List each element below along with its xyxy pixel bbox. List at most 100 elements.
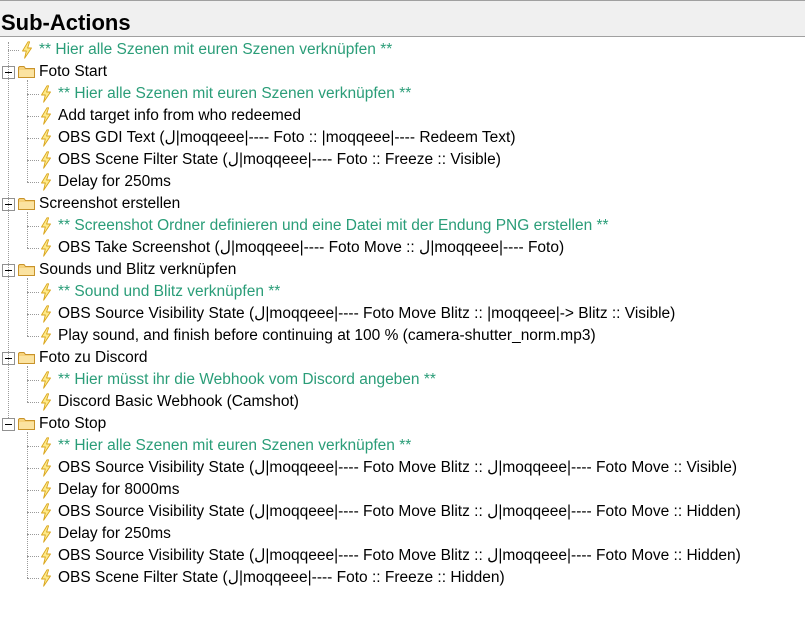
folder-icon [18,197,35,210]
tree-group[interactable]: Screenshot erstellen [0,193,805,215]
folder-icon [18,351,35,364]
lightning-icon [39,459,53,477]
lightning-icon [39,371,53,389]
tree-group-label: Foto Start [39,63,108,80]
folder-icon [18,417,35,430]
folder-icon [18,65,35,78]
tree-item[interactable]: OBS GDI Text (ﻝ|moqqeee|---- Foto :: |mo… [0,127,805,149]
tree-item[interactable]: OBS Scene Filter State (ﻝ|moqqeee|---- F… [0,149,805,171]
tree-guide-line [27,366,28,402]
tree-guide-line [27,468,39,469]
tree-item-label: ** Hier müsst ihr die Webhook vom Discor… [58,371,436,388]
tree-group-label: Foto zu Discord [39,349,148,366]
lightning-icon [39,129,53,147]
tree-guide-line [27,314,39,315]
tree-guide-line [27,432,28,578]
tree-item[interactable]: Play sound, and finish before continuing… [0,325,805,347]
tree-item[interactable]: Discord Basic Webhook (Camshot) [0,391,805,413]
tree-item-label: OBS Source Visibility State (ﻝ|moqqeee|-… [58,503,741,520]
lightning-icon [39,503,53,521]
tree-item[interactable]: OBS Source Visibility State (ﻝ|moqqeee|-… [0,501,805,523]
tree-guide-line [27,512,39,513]
tree-item[interactable]: ** Sound und Blitz verknüpfen ** [0,281,805,303]
lightning-icon [39,481,53,499]
lightning-icon [39,305,53,323]
tree-item-label: Delay for 250ms [58,525,171,542]
tree-guide-line [27,182,39,183]
tree-item-label: ** Hier alle Szenen mit euren Szenen ver… [58,85,412,102]
tree-guide-line [27,80,28,182]
tree-guide-line [8,42,9,418]
tree-item[interactable]: ** Hier müsst ihr die Webhook vom Discor… [0,369,805,391]
tree-item[interactable]: ** Screenshot Ordner definieren und eine… [0,215,805,237]
lightning-icon [39,217,53,235]
tree-item-label: Add target info from who redeemed [58,107,301,124]
tree-item[interactable]: OBS Source Visibility State (ﻝ|moqqeee|-… [0,545,805,567]
tree-group[interactable]: Foto Stop [0,413,805,435]
lightning-icon [39,547,53,565]
tree-group-label: Screenshot erstellen [39,195,181,212]
lightning-icon [39,283,53,301]
tree-group[interactable]: Sounds und Blitz verknüpfen [0,259,805,281]
tree-item-label: OBS Scene Filter State (ﻝ|moqqeee|---- F… [58,151,501,168]
tree-group[interactable]: Foto zu Discord [0,347,805,369]
lightning-icon [39,173,53,191]
tree-item-label: ** Hier alle Szenen mit euren Szenen ver… [58,437,412,454]
tree-guide-line [27,226,39,227]
tree-item-label: OBS Source Visibility State (ﻝ|moqqeee|-… [58,547,741,564]
tree-item[interactable]: Delay for 8000ms [0,479,805,501]
tree-item[interactable]: ** Hier alle Szenen mit euren Szenen ver… [0,435,805,457]
tree-guide-line [27,248,39,249]
lightning-icon [39,327,53,345]
tree-guide-line [27,278,28,336]
folder-icon [18,263,35,276]
tree-item[interactable]: Delay for 250ms [0,523,805,545]
lightning-icon [39,85,53,103]
tree-guide-line [27,138,39,139]
tree-guide-line [27,490,39,491]
tree-item[interactable]: Delay for 250ms [0,171,805,193]
tree-guide-line [27,380,39,381]
tree-item-label: OBS Source Visibility State (ﻝ|moqqeee|-… [58,459,737,476]
tree-guide-line [27,446,39,447]
tree-guide-line [27,336,39,337]
tree-item[interactable]: OBS Scene Filter State (ﻝ|moqqeee|---- F… [0,567,805,589]
tree-guide-line [27,212,28,248]
sub-actions-tree[interactable]: ** Hier alle Szenen mit euren Szenen ver… [0,39,805,622]
tree-item-label: OBS Take Screenshot (ﻝ|moqqeee|---- Foto… [58,239,565,256]
lightning-icon [39,107,53,125]
tree-item[interactable]: OBS Take Screenshot (ﻝ|moqqeee|---- Foto… [0,237,805,259]
tree-item[interactable]: OBS Source Visibility State (ﻝ|moqqeee|-… [0,457,805,479]
lightning-icon [39,239,53,257]
tree-item-label: Play sound, and finish before continuing… [58,327,596,344]
lightning-icon [20,41,34,59]
tree-item[interactable]: OBS Source Visibility State (ﻝ|moqqeee|-… [0,303,805,325]
tree-guide-line [27,292,39,293]
tree-guide-line [27,534,39,535]
collapse-toggle-icon[interactable] [2,418,15,431]
tree-item-label: Delay for 8000ms [58,481,180,498]
tree-group-label: Foto Stop [39,415,107,432]
tree-item[interactable]: Add target info from who redeemed [0,105,805,127]
tree-item-label: OBS GDI Text (ﻝ|moqqeee|---- Foto :: |mo… [58,129,516,146]
tree-item-label: OBS Source Visibility State (ﻝ|moqqeee|-… [58,305,676,322]
tree-guide-line [27,556,39,557]
tree-item[interactable]: ** Hier alle Szenen mit euren Szenen ver… [0,83,805,105]
panel-header: Sub-Actions [0,0,805,37]
tree-item-label: ** Screenshot Ordner definieren und eine… [58,217,609,234]
tree-guide-line [27,160,39,161]
tree-item-label: Discord Basic Webhook (Camshot) [58,393,299,410]
tree-item-top[interactable]: ** Hier alle Szenen mit euren Szenen ver… [0,39,805,61]
tree-guide-line [27,578,39,579]
lightning-icon [39,151,53,169]
panel-title: Sub-Actions [1,10,131,35]
tree-group-label: Sounds und Blitz verknüpfen [39,261,237,278]
tree-guide-line [27,402,39,403]
lightning-icon [39,525,53,543]
tree-guide-line [27,94,39,95]
tree-guide-line [27,116,39,117]
lightning-icon [39,437,53,455]
tree-guide-line [8,50,19,51]
tree-group[interactable]: Foto Start [0,61,805,83]
lightning-icon [39,569,53,587]
